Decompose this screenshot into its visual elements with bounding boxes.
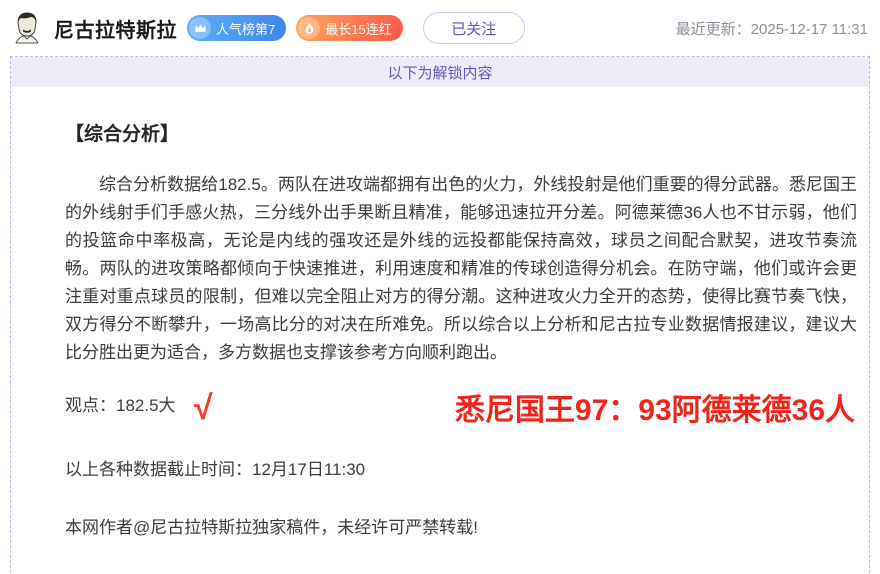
viewpoint-row: 观点：182.5大 √ 悉尼国王97：93阿德莱德36人 — [65, 391, 857, 437]
popularity-rank-label: 人气榜第7 — [216, 19, 275, 38]
followed-button[interactable]: 已关注 — [423, 12, 525, 44]
unlocked-content-frame: 以下为解锁内容 【综合分析】 综合分析数据给182.5。两队在进攻端都拥有出色的… — [10, 56, 870, 573]
copyright-line: 本网作者@尼古拉特斯拉独家稿件，未经许可严禁转载! — [65, 513, 857, 538]
unlock-banner: 以下为解锁内容 — [11, 57, 869, 87]
flame-icon — [298, 17, 320, 39]
win-streak-badge: 最长15连红 — [296, 15, 402, 41]
article-body: 【综合分析】 综合分析数据给182.5。两队在进攻端都拥有出色的火力，外线投射是… — [11, 119, 869, 574]
viewpoint-label: 观点： — [65, 396, 116, 415]
author-name: 尼古拉特斯拉 — [54, 14, 177, 43]
author-avatar[interactable] — [8, 9, 46, 47]
popularity-rank-badge: 人气榜第7 — [187, 15, 286, 41]
win-streak-label: 最长15连红 — [325, 19, 391, 38]
last-updated-time: 最近更新：2025-12-17 11:31 — [676, 18, 868, 39]
section-title: 【综合分析】 — [65, 119, 857, 146]
analysis-paragraph: 综合分析数据给182.5。两队在进攻端都拥有出色的火力，外线投射是他们重要的得分… — [65, 171, 857, 367]
crown-icon — [189, 17, 211, 39]
viewpoint-value: 182.5大 — [116, 396, 176, 415]
data-cutoff-line: 以上各种数据截止时间：12月17日11:30 — [65, 455, 857, 480]
final-score: 悉尼国王97：93阿德莱德36人 — [455, 385, 855, 429]
author-header: 尼古拉特斯拉 人气榜第7 最长15连红 已关注 最近更新：2025-12-17 … — [0, 0, 880, 56]
